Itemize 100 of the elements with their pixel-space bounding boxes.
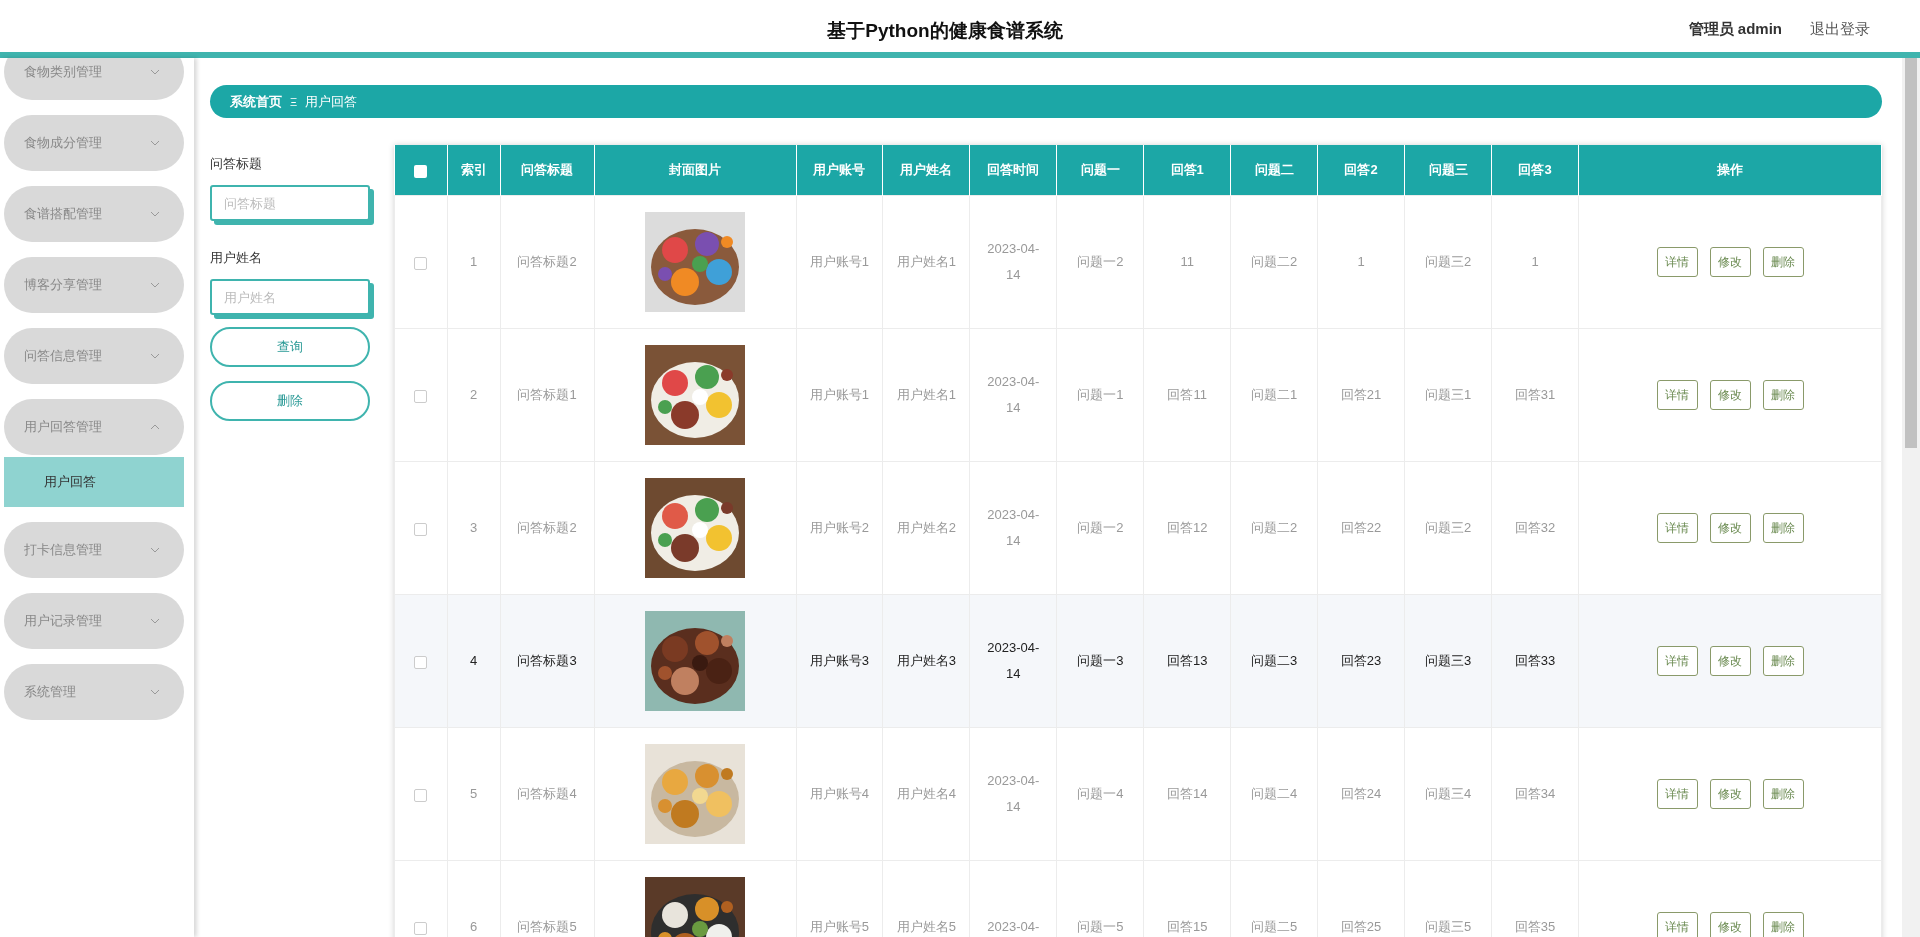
details-button[interactable]: 详情 [1656, 779, 1698, 809]
table-cell-text: 2023-04- [987, 918, 1040, 936]
menu-item[interactable]: 用户回答管理 [4, 399, 184, 455]
table-cell-text: 问题二1 [1251, 386, 1298, 404]
table-cell-text: 1 [469, 253, 478, 271]
menu-item[interactable]: 食物成分管理 [4, 115, 184, 171]
delete-button[interactable]: 删除 [1762, 912, 1804, 937]
table-cell-text: 用户账号5 [809, 918, 870, 936]
details-button[interactable]: 详情 [1656, 513, 1698, 543]
menu-item[interactable]: 用户记录管理 [4, 593, 184, 649]
column-header: 用户姓名 [882, 145, 970, 196]
details-button[interactable]: 详情 [1656, 646, 1698, 676]
table-cell-text: 用户账号2 [809, 519, 870, 537]
checkbox[interactable] [414, 788, 428, 802]
chevron-icon [150, 353, 160, 359]
details-button[interactable]: 详情 [1656, 912, 1698, 937]
chevron-icon [150, 547, 160, 553]
chevron-icon [150, 69, 160, 75]
input-field[interactable]: 用户姓名 [210, 279, 370, 315]
details-button[interactable]: 详情 [1656, 247, 1698, 277]
table-cell-text: 2023-04-14 [986, 639, 1041, 683]
chevron-icon [150, 618, 160, 624]
table-cell-text: 问题三2 [1424, 253, 1472, 271]
table-cell-text: 回答32 [1514, 519, 1556, 537]
edit-button[interactable]: 修改 [1709, 912, 1751, 937]
edit-button[interactable]: 修改 [1709, 779, 1751, 809]
breadcrumb-link[interactable]: 系统首页 [230, 92, 282, 111]
column-header: 问题三 [1404, 145, 1492, 196]
table-cell-text: 用户账号1 [809, 386, 870, 404]
menu-item[interactable]: 食物类别管理 [4, 58, 184, 100]
table-cell-text: 6 [469, 918, 478, 936]
table-cell-text: 问答标题2 [517, 519, 577, 537]
table-cell-text: 问题三3 [1424, 652, 1472, 670]
checkbox[interactable] [414, 256, 428, 270]
table-cell-text: 2023-04-14 [986, 772, 1041, 816]
table-cell-text: 问题二4 [1251, 785, 1298, 803]
menu-item[interactable]: 打卡信息管理 [4, 522, 184, 578]
edit-button[interactable]: 修改 [1709, 646, 1751, 676]
details-button[interactable]: 详情 [1656, 380, 1698, 410]
table-cell-text: 问题二2 [1251, 253, 1298, 271]
edit-button[interactable]: 修改 [1709, 513, 1751, 543]
table-cell-text: 回答23 [1340, 652, 1382, 670]
delete-button[interactable]: 删除 [1762, 646, 1804, 676]
table-cell-text: 4 [469, 652, 478, 670]
table-cell-text: 用户账号1 [809, 253, 870, 271]
menu-item[interactable]: 博客分享管理 [4, 257, 184, 313]
checkbox[interactable] [414, 921, 428, 935]
table-cell-text: 用户姓名5 [896, 918, 956, 936]
checkbox[interactable] [414, 655, 428, 669]
menu-item[interactable]: 食谱搭配管理 [4, 186, 184, 242]
table-cell-text: 回答14 [1167, 785, 1208, 803]
delete-button[interactable]: 删除 [1762, 247, 1804, 277]
delete-button[interactable]: 删除 [1762, 380, 1804, 410]
delete-button[interactable]: 删除 [1762, 513, 1804, 543]
table-cell-text: 问题二3 [1251, 652, 1298, 670]
table-cell-text: 2023-04-14 [986, 240, 1041, 284]
column-header: 问题二 [1230, 145, 1318, 196]
submenu-item[interactable]: 用户回答 [4, 457, 184, 507]
checkbox[interactable] [414, 522, 428, 536]
table-cell-text: 用户姓名1 [896, 386, 956, 404]
menu-item[interactable]: 系统管理 [4, 664, 184, 720]
table-cell-text: 2023-04-14 [986, 506, 1041, 550]
table-cell-text: 11 [1180, 253, 1194, 271]
table-cell-text: 回答24 [1340, 785, 1382, 803]
table-cell-text: 问题三2 [1424, 519, 1472, 537]
table-cell-text: 回答21 [1340, 386, 1382, 404]
chevron-icon [150, 211, 160, 217]
table-cell-text: 回答15 [1167, 918, 1208, 936]
table-cell-text: 1 [1531, 253, 1539, 271]
table-cell-text: 回答25 [1340, 918, 1382, 936]
table-cell-text: 2 [469, 386, 478, 404]
table-cell-text: 问题一3 [1077, 652, 1124, 670]
column-header: 用户账号 [796, 145, 883, 196]
table-cell-text: 用户账号4 [809, 785, 870, 803]
table-cell-text: 回答11 [1167, 386, 1207, 404]
edit-button[interactable]: 修改 [1709, 380, 1751, 410]
menu-item[interactable]: 问答信息管理 [4, 328, 184, 384]
table-cell-text: 问答标题2 [517, 253, 577, 271]
checkbox[interactable] [414, 389, 428, 403]
table-cell-text: 问题二2 [1251, 519, 1298, 537]
chevron-icon [150, 282, 160, 288]
table-cell-text: 问答标题5 [517, 918, 577, 936]
column-header: 封面图片 [594, 145, 796, 196]
delete-button[interactable]: 删除 [210, 381, 370, 421]
app-title: 基于Python的健康食谱系统 [827, 19, 1063, 43]
edit-button[interactable]: 修改 [1709, 247, 1751, 277]
table-cell-text: 问题三1 [1424, 386, 1472, 404]
user-name: 管理员 admin [1688, 20, 1782, 39]
checkbox[interactable] [414, 164, 427, 178]
delete-button[interactable]: 删除 [1762, 779, 1804, 809]
logout-link[interactable]: 退出登录 [1810, 20, 1870, 39]
chevron-icon [150, 424, 160, 430]
query-button[interactable]: 查询 [210, 327, 370, 367]
table-cell-text: 用户姓名2 [896, 519, 956, 537]
table-cell-text: 回答35 [1514, 918, 1556, 936]
scrollbar[interactable] [1902, 58, 1920, 937]
table-cell-text: 问答标题3 [517, 652, 577, 670]
input-field[interactable]: 问答标题 [210, 185, 370, 221]
table-cell-text: 5 [469, 785, 478, 803]
table-cell-text: 用户姓名4 [896, 785, 956, 803]
